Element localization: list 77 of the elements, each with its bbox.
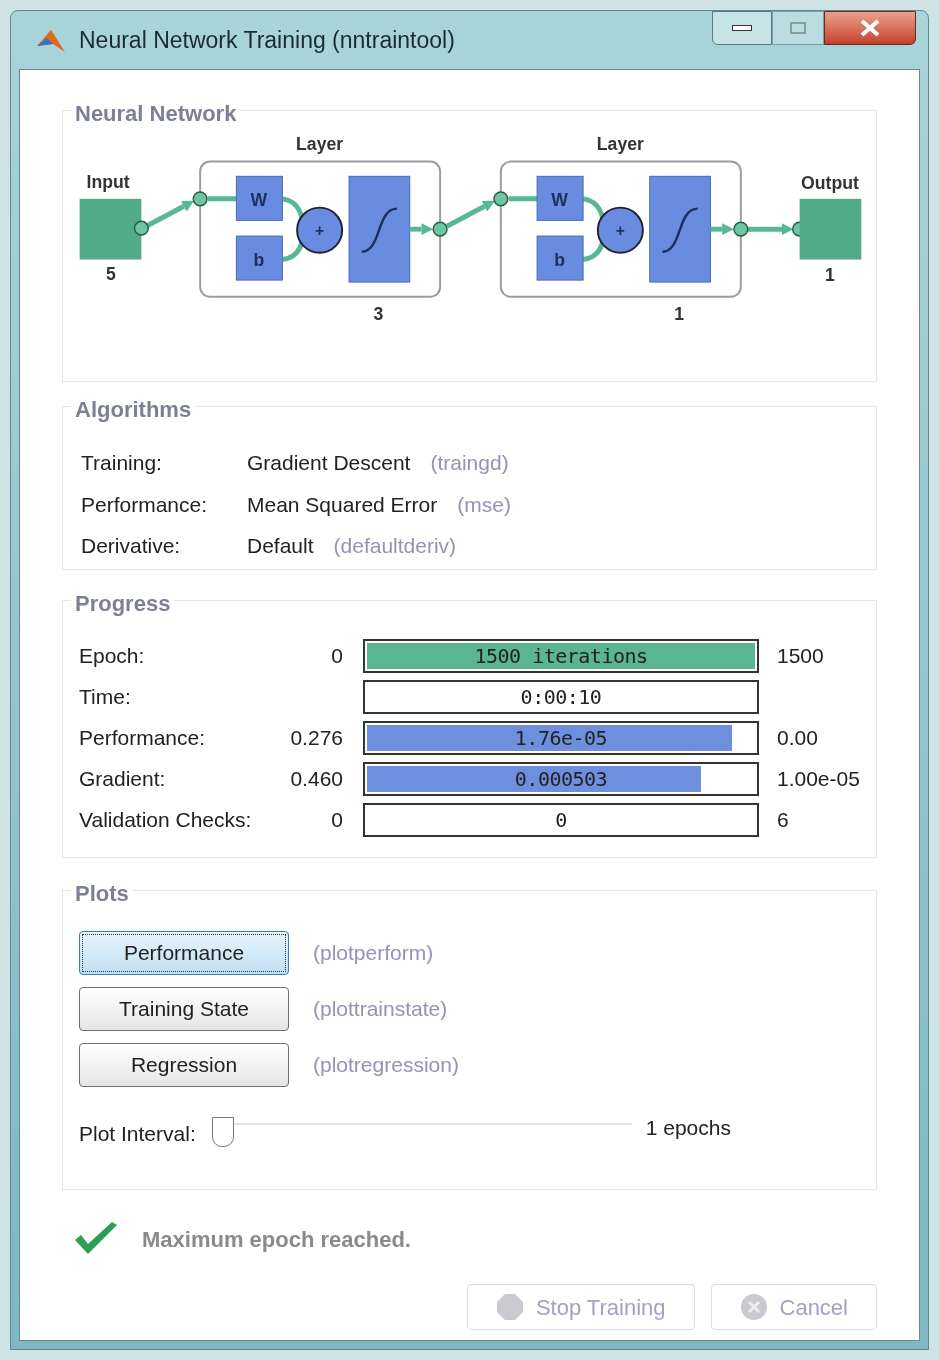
interval-reading: 1 epochs	[645, 1115, 731, 1142]
weight-block	[536, 175, 584, 221]
stop-icon	[495, 1293, 524, 1321]
algorithm-value: Gradient Descent	[247, 450, 411, 476]
layer-label: Layer	[296, 133, 344, 154]
algorithm-code: (mse)	[457, 491, 511, 518]
plot-function: (plotregression)	[313, 1052, 459, 1079]
bias-block	[235, 235, 283, 281]
input-block	[79, 198, 142, 260]
weight-label: W	[250, 189, 268, 210]
layer-label: Layer	[596, 133, 644, 154]
layer-size: 1	[674, 304, 684, 325]
weight-block	[235, 175, 283, 221]
cancel-icon	[739, 1293, 768, 1321]
status-message: Maximum epoch reached.	[142, 1225, 411, 1254]
progress-label: Validation Checks:	[79, 807, 253, 834]
progress-start: 0.460	[290, 766, 343, 793]
bias-label: b	[253, 250, 265, 271]
connector-node-icon	[733, 221, 749, 237]
sum-node	[596, 206, 644, 254]
close-button[interactable]	[824, 11, 916, 45]
input-size: 5	[106, 264, 116, 285]
progress-start: 0.276	[290, 725, 343, 752]
bias-block	[536, 235, 584, 281]
connector-node-icon	[432, 221, 448, 237]
progress-label: Time:	[79, 684, 132, 711]
plot-button[interactable]: Training State	[79, 987, 289, 1031]
arrow-icon	[710, 223, 734, 236]
algorithm-label: Training:	[81, 450, 163, 476]
plot-button[interactable]: Regression	[79, 1043, 289, 1087]
progress-value: 0	[555, 807, 567, 834]
progress-start: 0	[331, 643, 343, 670]
sum-node	[296, 206, 344, 254]
progress-label: Gradient:	[79, 766, 167, 793]
window-title: Neural Network Training (nntraintool)	[79, 25, 455, 55]
sigmoid-icon	[361, 207, 398, 253]
connector-node-icon	[133, 220, 149, 236]
bias-label: b	[554, 250, 565, 271]
algorithm-label: Performance:	[81, 491, 209, 518]
output-block	[799, 198, 862, 260]
connector-node-icon	[192, 191, 208, 207]
arrow-icon	[746, 223, 794, 236]
plot-function: (plottrainstate)	[313, 996, 448, 1023]
output-label: Output	[801, 173, 859, 193]
progress-end: 6	[777, 807, 789, 834]
progress-value: 0:00:10	[520, 684, 602, 711]
arrow-icon	[445, 200, 495, 229]
progress-start: 0	[331, 807, 343, 834]
close-icon	[859, 19, 881, 37]
arrow-icon	[409, 223, 434, 236]
interval-label: Plot Interval:	[79, 1121, 196, 1148]
progress-value: 1.76e-05	[514, 725, 608, 752]
weight-label: W	[551, 189, 568, 210]
layer-size: 3	[373, 304, 384, 325]
algorithm-code: (defaultderiv)	[333, 533, 457, 559]
sum-symbol: +	[615, 222, 625, 240]
plot-button[interactable]: Performance	[79, 931, 289, 975]
sigmoid-icon	[662, 207, 698, 253]
progress-end: 1500	[777, 643, 824, 670]
progress-end: 0.00	[777, 725, 818, 752]
connector-node-icon	[493, 191, 509, 207]
algorithm-label: Derivative:	[81, 533, 182, 559]
algorithm-value: Default	[247, 533, 314, 559]
input-label: Input	[86, 172, 130, 193]
progress-value: 1500 iterations	[474, 643, 648, 670]
arrow-icon	[145, 200, 195, 229]
algorithm-value: Mean Squared Error	[247, 491, 438, 518]
progress-label: Epoch:	[79, 643, 146, 670]
progress-label: Performance:	[79, 725, 207, 752]
sum-symbol: +	[315, 222, 325, 240]
plot-function: (plotperform)	[313, 940, 434, 967]
slider-thumb[interactable]	[211, 1117, 234, 1147]
progress-value: 0.000503	[514, 766, 608, 793]
minimize-button[interactable]	[712, 11, 772, 45]
progress-end: 1.00e-05	[777, 766, 860, 793]
output-size: 1	[825, 265, 835, 286]
algorithm-code: (traingd)	[430, 450, 509, 476]
